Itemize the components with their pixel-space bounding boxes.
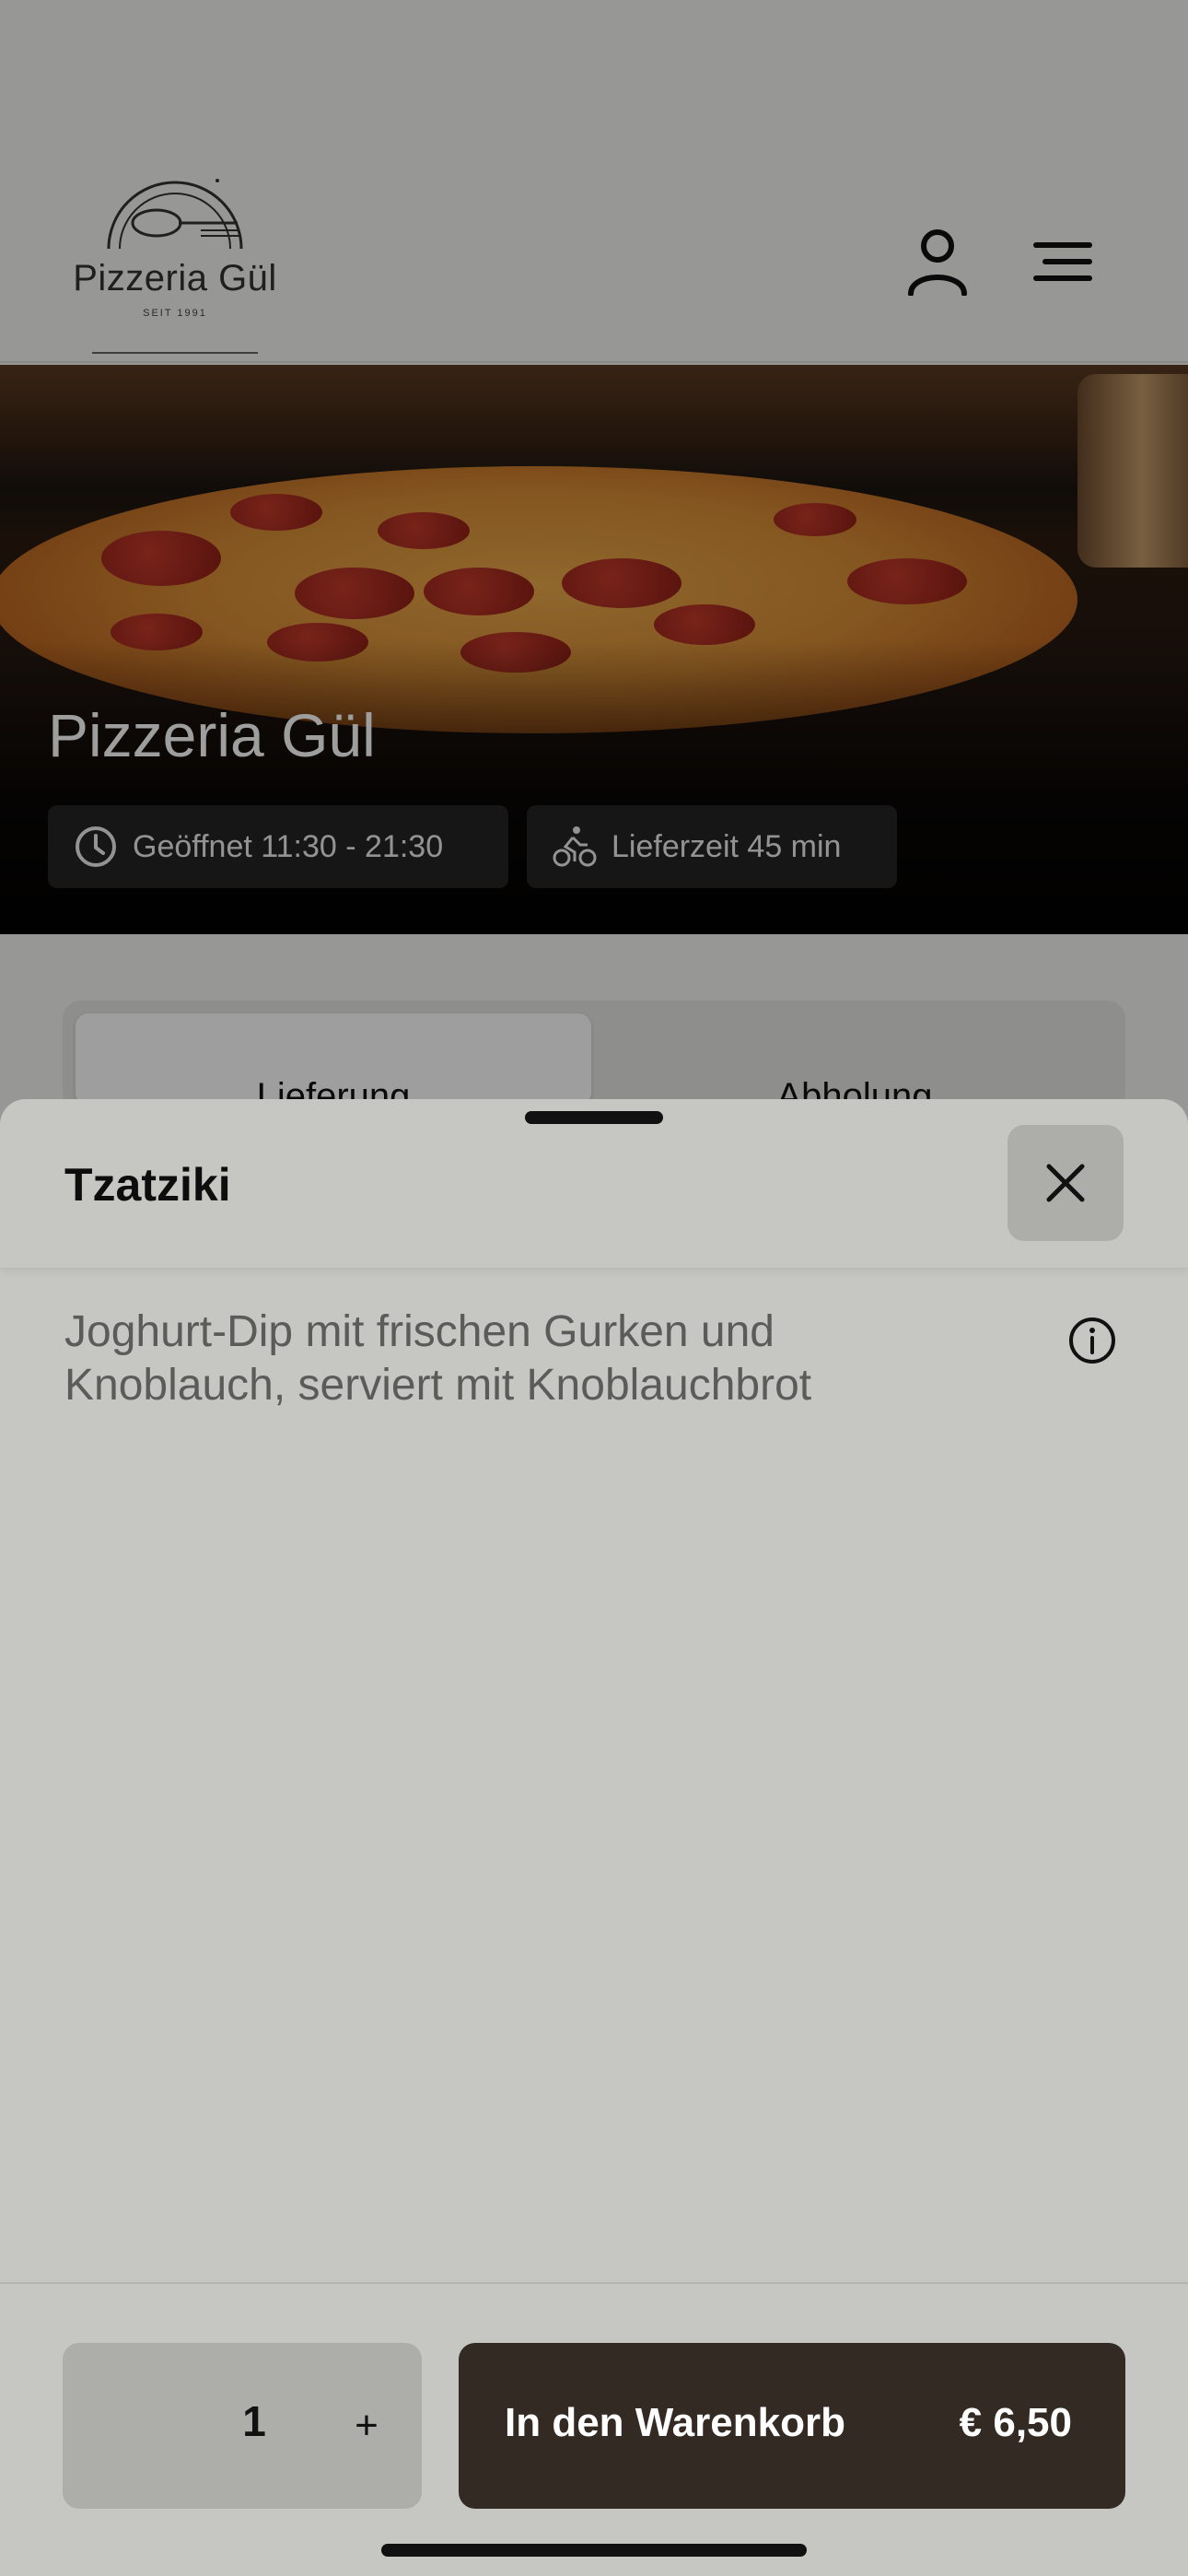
product-description: Joghurt-Dip mit frischen Gurken und Knob… bbox=[64, 1307, 812, 1410]
home-indicator[interactable] bbox=[381, 2544, 807, 2557]
add-to-cart-button[interactable]: In den Warenkorb € 6,50 bbox=[459, 2343, 1125, 2509]
close-button[interactable] bbox=[1007, 1125, 1124, 1241]
price-label: € 6,50 bbox=[959, 2400, 1072, 2445]
quantity-value: 1 bbox=[242, 2397, 266, 2445]
product-bottom-sheet: Tzatziki Joghurt-Dip mit frischen Gurken… bbox=[0, 1099, 1188, 2576]
sheet-footer: 1 + In den Warenkorb € 6,50 bbox=[0, 2282, 1188, 2576]
product-title: Tzatziki bbox=[64, 1159, 231, 1211]
quantity-stepper: 1 + bbox=[63, 2343, 422, 2509]
sheet-header: Tzatziki bbox=[0, 1099, 1188, 1269]
drag-handle[interactable] bbox=[525, 1111, 663, 1124]
info-icon[interactable] bbox=[1066, 1315, 1118, 1366]
add-to-cart-label: In den Warenkorb bbox=[505, 2400, 845, 2445]
increment-button[interactable]: + bbox=[330, 2389, 403, 2463]
close-icon bbox=[1046, 1164, 1085, 1202]
